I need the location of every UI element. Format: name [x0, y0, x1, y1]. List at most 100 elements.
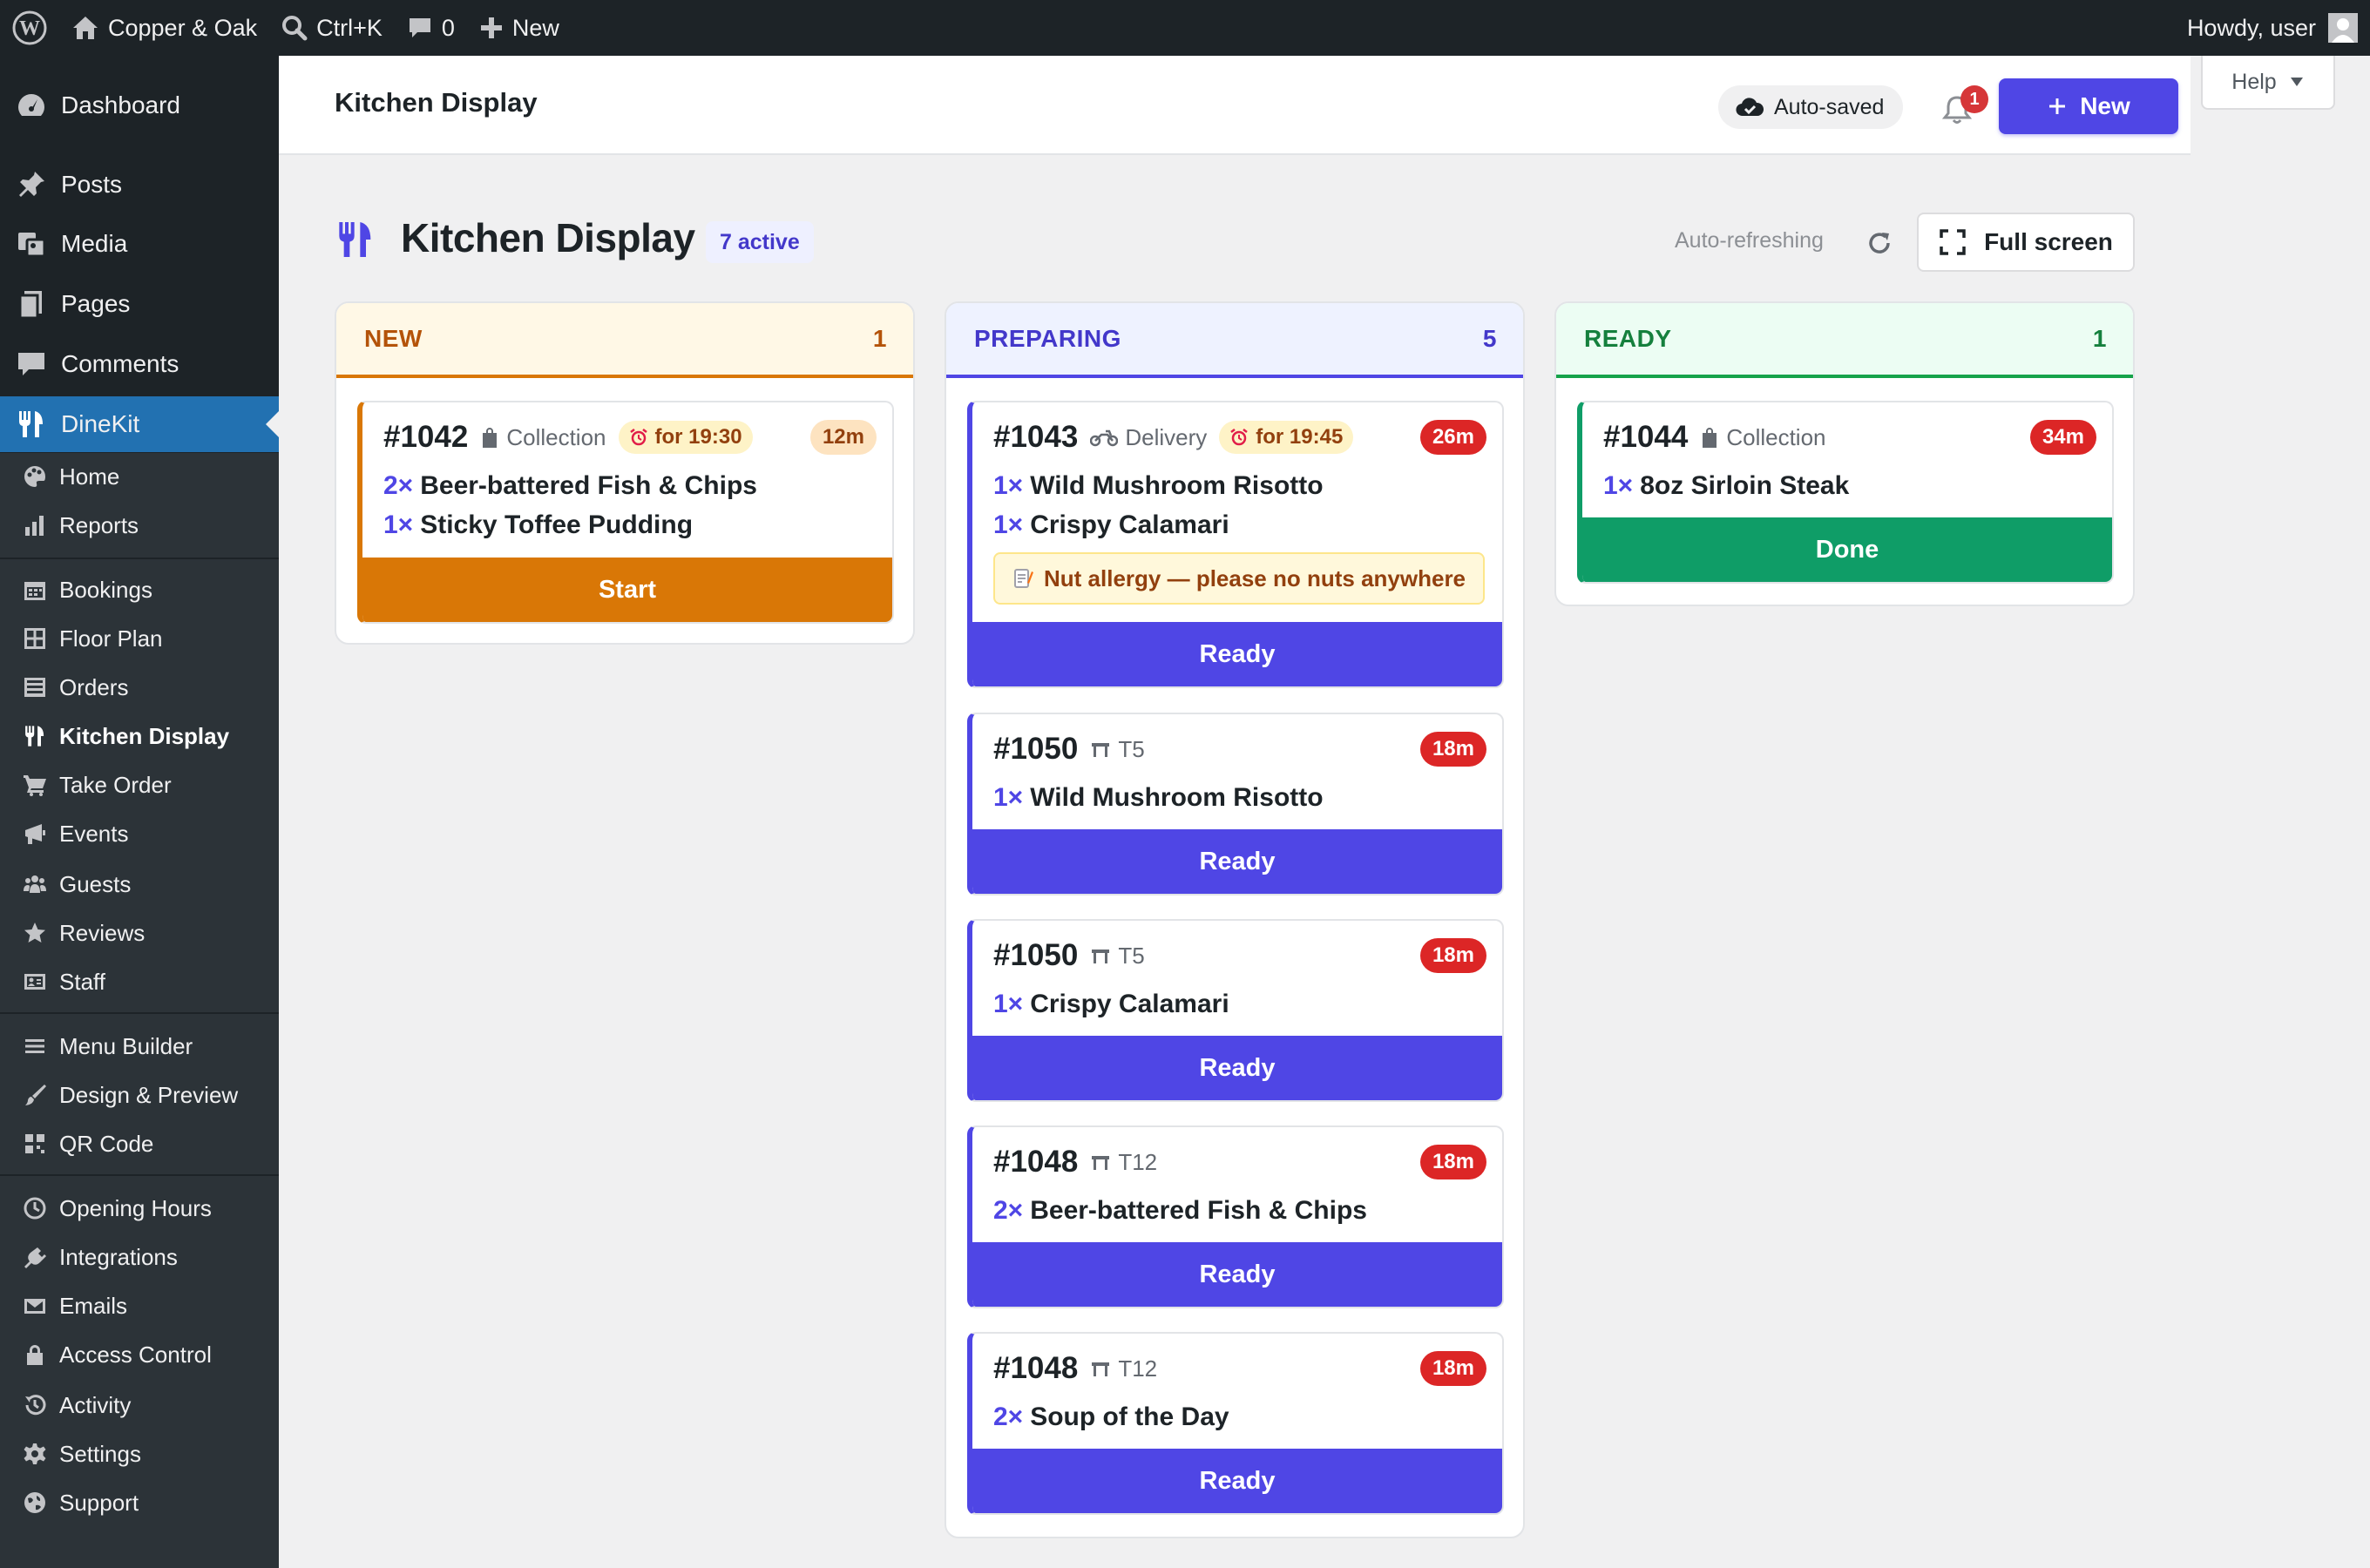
order-card[interactable]: #1042 Collection for 19:30 12m 2× Beer-b…: [357, 401, 894, 624]
help-tab-button[interactable]: Help: [2201, 56, 2335, 110]
sidebar-item-home[interactable]: Home: [0, 456, 279, 497]
wordpress-logo-icon: W: [12, 10, 47, 45]
sidebar-item-guests[interactable]: Guests: [0, 864, 279, 904]
item-name: Sticky Toffee Pudding: [420, 510, 694, 539]
utensils-icon: [25, 726, 44, 747]
item-name: Beer-battered Fish & Chips: [1030, 1196, 1367, 1225]
sidebar-item-emails[interactable]: Emails: [0, 1286, 279, 1326]
sidebar-item-settings[interactable]: Settings: [0, 1434, 279, 1474]
sidebar-item-comments[interactable]: Comments: [0, 336, 279, 392]
order-age-badge: 34m: [2029, 420, 2096, 455]
utensils-icon: [335, 216, 376, 263]
alarm-clock-icon: [1230, 429, 1248, 446]
lock-icon: [27, 1345, 43, 1365]
shopping-bag-icon: [483, 428, 498, 448]
sidebar-item-integrations[interactable]: Integrations: [0, 1237, 279, 1277]
item-name: Soup of the Day: [1030, 1402, 1229, 1431]
id-card-icon: [24, 974, 45, 990]
order-item: 1× 8oz Sirloin Steak: [1603, 469, 1849, 504]
sidebar-item-support[interactable]: Support: [0, 1483, 279, 1523]
sidebar-item-label: QR Code: [59, 1130, 154, 1157]
ready-button[interactable]: Ready: [972, 1449, 1502, 1513]
fullscreen-label: Full screen: [1984, 228, 2113, 255]
active-indicator: [266, 411, 279, 437]
dashboard-icon: [18, 94, 44, 116]
item-quantity: 1×: [993, 990, 1024, 1018]
new-content-link[interactable]: New: [467, 0, 572, 56]
sidebar-item-label: Posts: [61, 171, 123, 198]
sidebar-item-menu-builder[interactable]: Menu Builder: [0, 1026, 279, 1066]
dinekit-submenu: Home Reports Bookings Floor Plan Orders …: [0, 453, 279, 1568]
comments-link[interactable]: 0: [395, 0, 467, 56]
order-number: #1043: [993, 420, 1079, 454]
sidebar-item-activity[interactable]: Activity: [0, 1385, 279, 1425]
start-button[interactable]: Start: [362, 558, 892, 622]
search-shortcut-button[interactable]: Ctrl+K: [269, 0, 395, 56]
sidebar-item-opening-hours[interactable]: Opening Hours: [0, 1188, 279, 1228]
notification-count-badge: 1: [1960, 85, 1988, 113]
order-card[interactable]: #1048 T12 18m 2× Soup of the Day Ready: [967, 1332, 1504, 1515]
order-card[interactable]: #1048 T12 18m 2× Beer-battered Fish & Ch…: [967, 1125, 1504, 1308]
list-icon: [24, 678, 45, 697]
help-label: Help: [2231, 69, 2277, 94]
plus-icon: [2049, 98, 2066, 114]
home-icon: [73, 17, 98, 39]
sidebar-item-posts[interactable]: Posts: [0, 157, 279, 213]
fullscreen-button[interactable]: Full screen: [1917, 213, 2135, 272]
comments-count: 0: [441, 14, 455, 41]
sidebar-item-design-preview[interactable]: Design & Preview: [0, 1075, 279, 1115]
sidebar-item-dinekit[interactable]: DineKit: [0, 396, 279, 452]
order-card[interactable]: #1050 T5 18m 1× Crispy Calamari Ready: [967, 919, 1504, 1102]
order-type-label: Collection: [506, 423, 606, 450]
table-icon: [1092, 743, 1110, 757]
order-item: 1× Wild Mushroom Risotto: [993, 469, 1324, 504]
order-card[interactable]: #1043 Delivery for 19:45 26m 1× Wild Mus…: [967, 401, 1504, 688]
new-button[interactable]: New: [1999, 78, 2178, 134]
sidebar-item-events[interactable]: Events: [0, 814, 279, 854]
account-menu[interactable]: Howdy, user: [2187, 0, 2358, 56]
sidebar-item-qr-code[interactable]: QR Code: [0, 1124, 279, 1164]
order-age-badge: 12m: [809, 420, 877, 455]
ready-button[interactable]: Ready: [972, 829, 1502, 894]
order-type-label: Collection: [1726, 423, 1826, 450]
user-icon: [2332, 18, 2354, 43]
header-title: Kitchen Display: [335, 87, 538, 118]
due-time-badge: for 19:45: [1219, 421, 1354, 454]
refresh-icon[interactable]: [1865, 228, 1894, 258]
order-item: 1× Wild Mushroom Risotto: [993, 781, 1324, 815]
sidebar-item-bookings[interactable]: Bookings: [0, 570, 279, 610]
order-item: 1× Sticky Toffee Pudding: [383, 508, 693, 543]
notifications-button[interactable]: 1: [1933, 85, 1988, 134]
order-card[interactable]: #1044 Collection 34m 1× 8oz Sirloin Stea…: [1577, 401, 2114, 584]
wordpress-logo-button[interactable]: W: [0, 0, 59, 56]
sidebar-item-reviews[interactable]: Reviews: [0, 913, 279, 953]
sidebar-item-pages[interactable]: Pages: [0, 276, 279, 332]
howdy-text: Howdy, user: [2186, 14, 2316, 41]
bar-chart-icon: [25, 516, 44, 536]
sidebar-item-kitchen-display[interactable]: Kitchen Display: [0, 716, 279, 756]
sidebar-item-access-control[interactable]: Access Control: [0, 1335, 279, 1375]
sidebar-item-label: Orders: [59, 673, 129, 700]
history-icon: [25, 1395, 46, 1416]
sidebar-item-staff[interactable]: Staff: [0, 962, 279, 1002]
ready-button[interactable]: Ready: [972, 1036, 1502, 1100]
envelope-icon: [24, 1299, 45, 1314]
sidebar-item-label: Staff: [59, 968, 106, 995]
sidebar-item-floor-plan[interactable]: Floor Plan: [0, 618, 279, 659]
autosaved-indicator: Auto-saved: [1718, 85, 1904, 129]
done-button[interactable]: Done: [1582, 517, 2112, 582]
plus-icon: [480, 17, 502, 38]
ready-button[interactable]: Ready: [972, 1242, 1502, 1307]
ready-button[interactable]: Ready: [972, 622, 1502, 686]
order-number: #1042: [383, 420, 469, 454]
sidebar-item-media[interactable]: Media: [0, 216, 279, 272]
pages-icon: [18, 291, 42, 320]
item-name: Beer-battered Fish & Chips: [420, 471, 757, 500]
order-card[interactable]: #1050 T5 18m 1× Wild Mushroom Risotto Re…: [967, 713, 1504, 896]
sidebar-item-dashboard[interactable]: Dashboard: [0, 78, 279, 133]
order-age-badge: 26m: [1419, 420, 1486, 455]
sidebar-item-take-order[interactable]: Take Order: [0, 765, 279, 805]
site-name-link[interactable]: Copper & Oak: [59, 0, 269, 56]
sidebar-item-reports[interactable]: Reports: [0, 505, 279, 545]
sidebar-item-orders[interactable]: Orders: [0, 667, 279, 707]
